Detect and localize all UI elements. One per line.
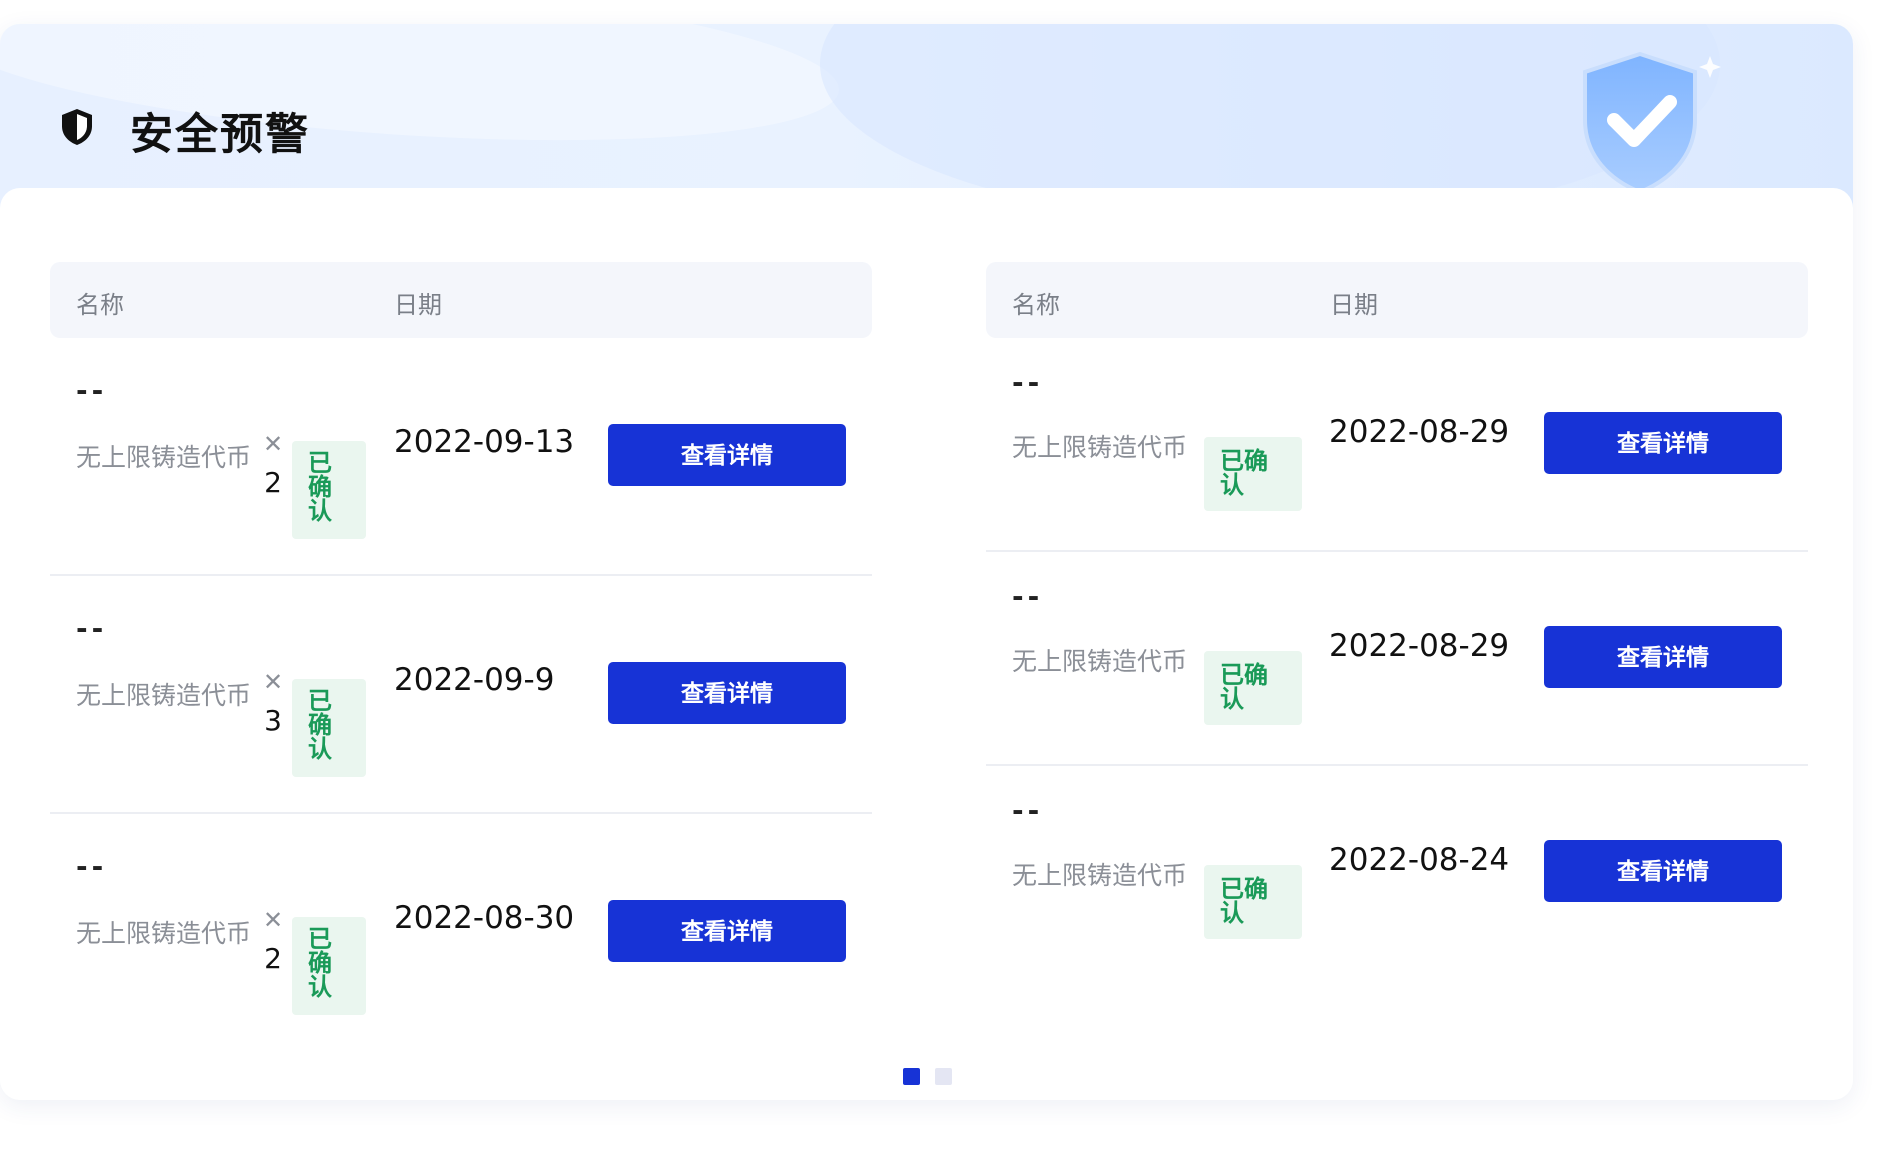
view-details-button[interactable]: 查看详情 — [608, 900, 846, 962]
page-dot-1[interactable] — [903, 1068, 920, 1085]
view-details-button[interactable]: 查看详情 — [1544, 626, 1782, 688]
status-badge-label: 已确认 — [1220, 661, 1268, 713]
status-badge-label: 已确认 — [1220, 875, 1268, 927]
table-row: -- 无上限铸造代币 已确认 2022-08-29 查看详情 — [986, 338, 1808, 552]
alert-name: 无上限铸造代币 — [1012, 647, 1188, 676]
status-badge: 已确认 — [1204, 651, 1302, 725]
status-badge: 已确认 — [1204, 437, 1302, 511]
column-header-date: 日期 — [394, 291, 442, 319]
alert-date: 2022-08-24 — [1329, 842, 1510, 878]
close-icon: ✕ — [262, 430, 284, 458]
panel-header: 安全预警 — [0, 24, 1853, 214]
placeholder-dash: -- — [76, 612, 108, 645]
table-row: -- 无上限铸造代币 已确认 2022-08-24 查看详情 — [986, 766, 1808, 980]
placeholder-dash: -- — [76, 374, 108, 407]
shield-check-icon — [1583, 51, 1721, 195]
status-badge-label: 已确认 — [308, 925, 332, 1001]
placeholder-dash: -- — [1012, 366, 1044, 399]
status-badge: 已确认 — [292, 441, 366, 539]
status-badge: 已确认 — [292, 679, 366, 777]
column-header-name: 名称 — [1012, 291, 1060, 319]
alert-name: 无上限铸造代币 — [1012, 433, 1188, 462]
table-header: 名称 日期 — [50, 262, 872, 338]
alert-date: 2022-08-30 — [394, 900, 575, 936]
table-header: 名称 日期 — [986, 262, 1808, 338]
view-details-button[interactable]: 查看详情 — [1544, 840, 1782, 902]
alert-list-card: 名称 日期 -- 无上限铸造代币 ✕ 2 已确认 2022-09-13 查看详情… — [0, 188, 1853, 1100]
status-badge: 已确认 — [292, 917, 366, 1015]
view-details-button[interactable]: 查看详情 — [608, 424, 846, 486]
alert-count: 2 — [264, 942, 282, 975]
table-row: -- 无上限铸造代币 ✕ 3 已确认 2022-09-9 查看详情 — [50, 576, 872, 814]
status-badge-label: 已确认 — [1220, 447, 1268, 499]
table-row: -- 无上限铸造代币 已确认 2022-08-29 查看详情 — [986, 552, 1808, 766]
close-icon: ✕ — [262, 668, 284, 696]
status-badge-label: 已确认 — [308, 687, 332, 763]
security-alert-panel: 安全预警 名称 日期 -- 无上限铸造代币 ✕ 2 已确认 2022-09-13… — [0, 24, 1853, 1100]
page-title: 安全预警 — [130, 110, 310, 160]
column-header-name: 名称 — [76, 291, 124, 319]
alert-table-left: 名称 日期 -- 无上限铸造代币 ✕ 2 已确认 2022-09-13 查看详情… — [50, 262, 872, 1052]
alert-date: 2022-08-29 — [1329, 628, 1510, 664]
placeholder-dash: -- — [76, 850, 108, 883]
alert-count: 2 — [264, 466, 282, 499]
alert-date: 2022-08-29 — [1329, 414, 1510, 450]
column-header-date: 日期 — [1330, 291, 1378, 319]
view-details-button[interactable]: 查看详情 — [1544, 412, 1782, 474]
header-decoration — [0, 24, 845, 166]
status-badge-label: 已确认 — [308, 449, 332, 525]
placeholder-dash: -- — [1012, 580, 1044, 613]
alert-name: 无上限铸造代币 — [76, 443, 252, 472]
page-dot-2[interactable] — [935, 1068, 952, 1085]
close-icon: ✕ — [262, 906, 284, 934]
view-details-button[interactable]: 查看详情 — [608, 662, 846, 724]
table-row: -- 无上限铸造代币 ✕ 2 已确认 2022-08-30 查看详情 — [50, 814, 872, 1052]
placeholder-dash: -- — [1012, 794, 1044, 827]
alert-count: 3 — [264, 704, 282, 737]
alert-name: 无上限铸造代币 — [76, 681, 252, 710]
alert-name: 无上限铸造代币 — [76, 919, 252, 948]
alert-name: 无上限铸造代币 — [1012, 861, 1188, 890]
status-badge: 已确认 — [1204, 865, 1302, 939]
table-row: -- 无上限铸造代币 ✕ 2 已确认 2022-09-13 查看详情 — [50, 338, 872, 576]
shield-half-icon — [62, 109, 92, 145]
alert-date: 2022-09-13 — [394, 424, 575, 460]
alert-date: 2022-09-9 — [394, 662, 555, 698]
alert-table-right: 名称 日期 -- 无上限铸造代币 已确认 2022-08-29 查看详情 -- … — [986, 262, 1808, 980]
